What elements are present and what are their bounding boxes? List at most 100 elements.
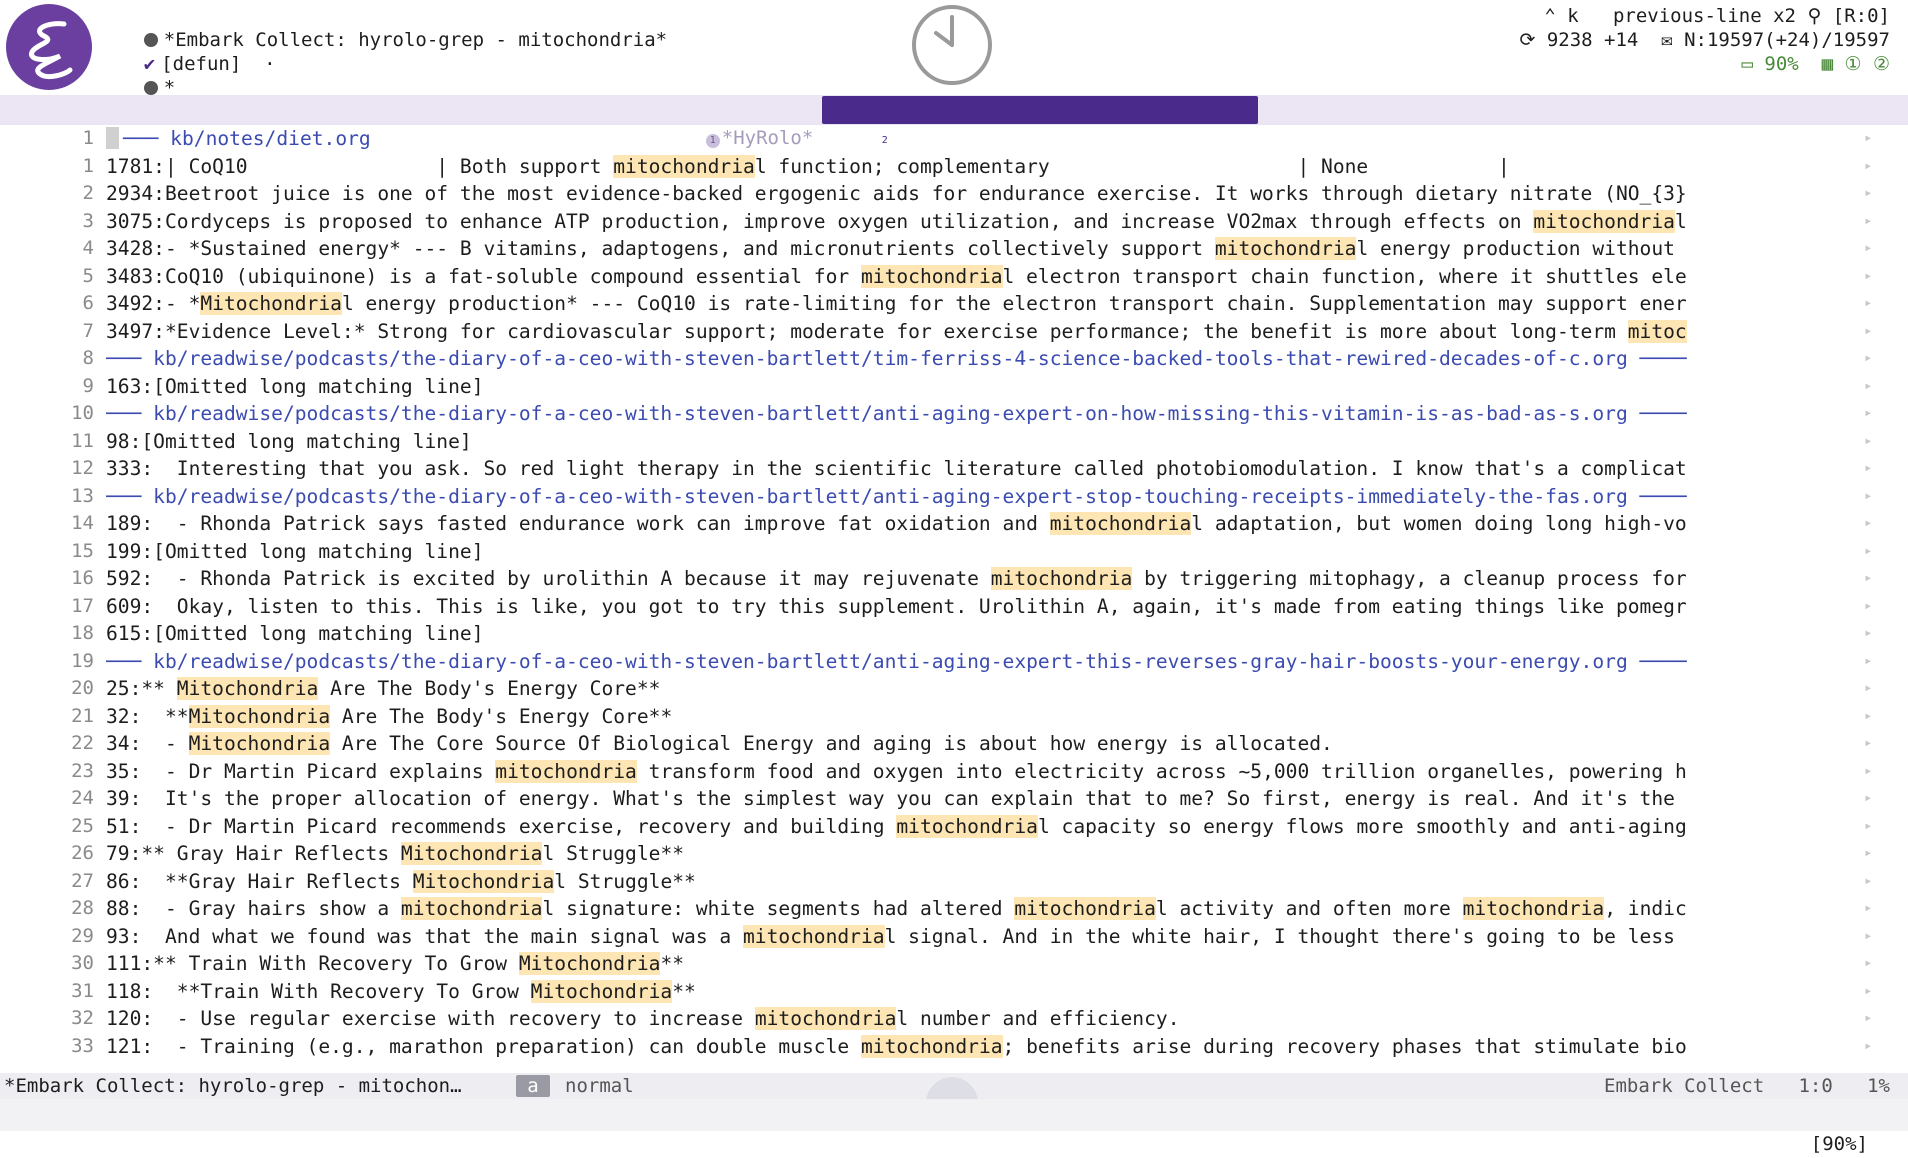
text-segment: 592: - Rhonda Patrick is excited by urol… [106,567,991,590]
match-row[interactable]: 25 51: - Dr Martin Picard recommends exer… [0,813,1908,841]
continuation-fringe-icon: ▸ [1864,405,1873,421]
line-number: 1 [82,154,94,177]
match-row[interactable]: 32 120: - Use regular exercise with recov… [0,1005,1908,1033]
match-row[interactable]: 1 1781:| CoQ10 | Both support mitochondri… [0,153,1908,181]
match-highlight: mitochondria [613,154,755,178]
match-row[interactable]: 33 121: - Training (e.g., marathon prepar… [0,1033,1908,1061]
text-segment: 615:[Omitted long matching line] [106,622,484,645]
continuation-fringe-icon: ▸ [1864,322,1873,339]
match-highlight: mitochondria [1214,237,1357,260]
match-row[interactable]: 5 3483:CoQ10 (ubiquinone) is a fat-solubl… [0,263,1908,291]
match-highlight: Mitochondria [400,842,543,865]
file-heading-row[interactable]: 1 ─── kb/notes/diet.org ▸ [0,125,1908,153]
match-text: 615:[Omitted long matching line] [106,620,1866,648]
text-segment: 2934:Beetroot juice is one of the most e… [106,182,1687,205]
match-text: 1781:| CoQ10 | Both support mitochondria… [106,153,1866,181]
text-segment: 333: Interesting that you ask. So red li… [106,457,1687,480]
file-heading-text[interactable]: ─── kb/readwise/podcasts/the-diary-of-a-… [106,400,1866,428]
match-row[interactable]: 28 88: - Gray hairs show a mitochondrial … [0,895,1908,923]
match-text: 3483:CoQ10 (ubiquinone) is a fat-soluble… [106,263,1866,291]
match-row[interactable]: 9 163:[Omitted long matching line] ▸ [0,373,1908,401]
line-number: 6 [82,292,94,314]
match-highlight: mitochondria [1049,512,1192,535]
continuation-fringe-icon: ▸ [1864,460,1873,476]
match-row[interactable]: 29 93: And what we found was that the mai… [0,923,1908,951]
match-row[interactable]: 12 333: Interesting that you ask. So red … [0,455,1908,483]
tab-bar: 1 *HyRolo* 2 *Embark Collect: hyrolo-grep … [0,95,1908,149]
match-highlight: Mitochondria [188,732,331,755]
match-row[interactable]: 31 118: **Train With Recovery To Grow Mit… [0,978,1908,1006]
text-segment: Are The Core Source Of Biological Energy… [330,732,1333,755]
text-segment: l signature: white segments had altered [542,897,1015,920]
match-row[interactable]: 30 111:** Train With Recovery To Grow Mit… [0,950,1908,978]
tab-hyrolo[interactable]: 1 *HyRolo* [650,96,823,149]
match-text: 111:** Train With Recovery To Grow Mitoc… [106,950,1866,978]
match-row[interactable]: 11 98:[Omitted long matching line] ▸ [0,428,1908,456]
line-number: 13 [71,484,94,507]
match-row[interactable]: 20 25:** Mitochondria Are The Body's Ener… [0,675,1908,703]
file-heading-row[interactable]: 10 ─── kb/readwise/podcasts/the-diary-of-… [0,400,1908,428]
text-segment: l function; complementary | None | [754,154,1510,178]
text-segment: Are The Body's Energy Core** [330,704,673,728]
match-row[interactable]: 2 2934:Beetroot juice is one of the most … [0,180,1908,208]
grep-results-buffer[interactable]: 1 ─── kb/notes/diet.org ▸ 1 1781:| CoQ10 | … [0,125,1908,1073]
match-highlight: mitochondria [860,264,1003,288]
modeline-buffer-name[interactable]: *Embark Collect: hyrolo-grep - mitochon… [4,1073,462,1099]
continuation-fringe-icon: ▸ [1864,515,1873,531]
match-row[interactable]: 26 79:** Gray Hair Reflects Mitochondrial… [0,840,1908,868]
match-text: 98:[Omitted long matching line] [106,428,1866,456]
line-number: 18 [71,622,94,644]
match-highlight: Mitochondria [200,292,342,315]
modeline-state-badge: a [516,1075,550,1097]
file-heading-text[interactable]: ─── kb/readwise/podcasts/the-diary-of-a-… [106,345,1866,373]
file-heading-text[interactable]: ─── kb/readwise/podcasts/the-diary-of-a-… [106,648,1866,676]
match-text: 333: Interesting that you ask. So red li… [106,455,1866,483]
text-segment: ─── kb/readwise/podcasts/the-diary-of-a-… [106,484,1687,508]
file-heading-row[interactable]: 13 ─── kb/readwise/podcasts/the-diary-of-… [0,483,1908,511]
text-segment: 34: - [106,732,189,755]
line-number: 9 [82,374,94,397]
match-row[interactable]: 3 3075:Cordyceps is proposed to enhance A… [0,208,1908,236]
match-row[interactable]: 17 609: Okay, listen to this. This is lik… [0,593,1908,621]
text-segment: 3075:Cordyceps is proposed to enhance AT… [106,209,1534,233]
match-row[interactable]: 24 39: It's the proper allocation of ener… [0,785,1908,813]
text-segment: 51: - Dr Martin Picard recommends exerci… [106,814,897,838]
match-row[interactable]: 16 592: - Rhonda Patrick is excited by ur… [0,565,1908,593]
text-segment: 1781:| CoQ10 | Both support [106,154,614,178]
text-segment: l energy production* --- CoQ10 is rate-l… [341,292,1687,315]
text-segment: 79:** Gray Hair Reflects [106,842,401,865]
match-text: 86: **Gray Hair Reflects Mitochondrial S… [106,868,1866,896]
continuation-fringe-icon: ▸ [1864,157,1873,174]
match-row[interactable]: 15 199:[Omitted long matching line] ▸ [0,538,1908,566]
text-segment: l electron transport chain function, whe… [1002,264,1687,288]
match-text: 609: Okay, listen to this. This is like,… [106,593,1866,621]
continuation-fringe-icon: ▸ [1864,240,1873,256]
match-row[interactable]: 6 3492:- *Mitochondrial energy production… [0,290,1908,318]
continuation-fringe-icon: ▸ [1864,570,1873,586]
emacs-logo [6,4,92,90]
text-segment: Are The Body's Energy Core** [318,677,661,700]
text-segment: ─── kb/notes/diet.org [123,127,383,150]
line-number: 10 [71,402,94,424]
file-heading-text[interactable]: ─── kb/readwise/podcasts/the-diary-of-a-… [106,483,1866,511]
match-highlight: mitochondria [990,567,1133,590]
match-row[interactable]: 21 32: **Mitochondria Are The Body's Ener… [0,703,1908,731]
match-row[interactable]: 27 86: **Gray Hair Reflects Mitochondrial… [0,868,1908,896]
continuation-fringe-icon: ▸ [1864,872,1873,889]
tab-embark-collect[interactable]: 2 *Embark Collect: hyrolo-grep … [822,96,1258,149]
match-row[interactable]: 22 34: - Mitochondria Are The Core Source… [0,730,1908,758]
match-row[interactable]: 23 35: - Dr Martin Picard explains mitoch… [0,758,1908,786]
match-highlight: mitochondria [495,759,637,783]
match-highlight: mitochondria [400,897,543,920]
match-row[interactable]: 18 615:[Omitted long matching line] ▸ [0,620,1908,648]
match-row[interactable]: 14 189: - Rhonda Patrick says fasted endu… [0,510,1908,538]
match-text: 25:** Mitochondria Are The Body's Energy… [106,675,1866,703]
file-heading-row[interactable]: 19 ─── kb/readwise/podcasts/the-diary-of-… [0,648,1908,676]
file-heading-text[interactable]: ─── kb/notes/diet.org [106,125,1866,153]
text-segment: l [1674,209,1687,233]
echo-area[interactable] [0,1099,1908,1131]
file-heading-row[interactable]: 8 ─── kb/readwise/podcasts/the-diary-of-a… [0,345,1908,373]
match-row[interactable]: 4 3428:- *Sustained energy* --- B vitamin… [0,235,1908,263]
text-segment: 86: **Gray Hair Reflects [106,869,413,893]
match-row[interactable]: 7 3497:*Evidence Level:* Strong for cardi… [0,318,1908,346]
